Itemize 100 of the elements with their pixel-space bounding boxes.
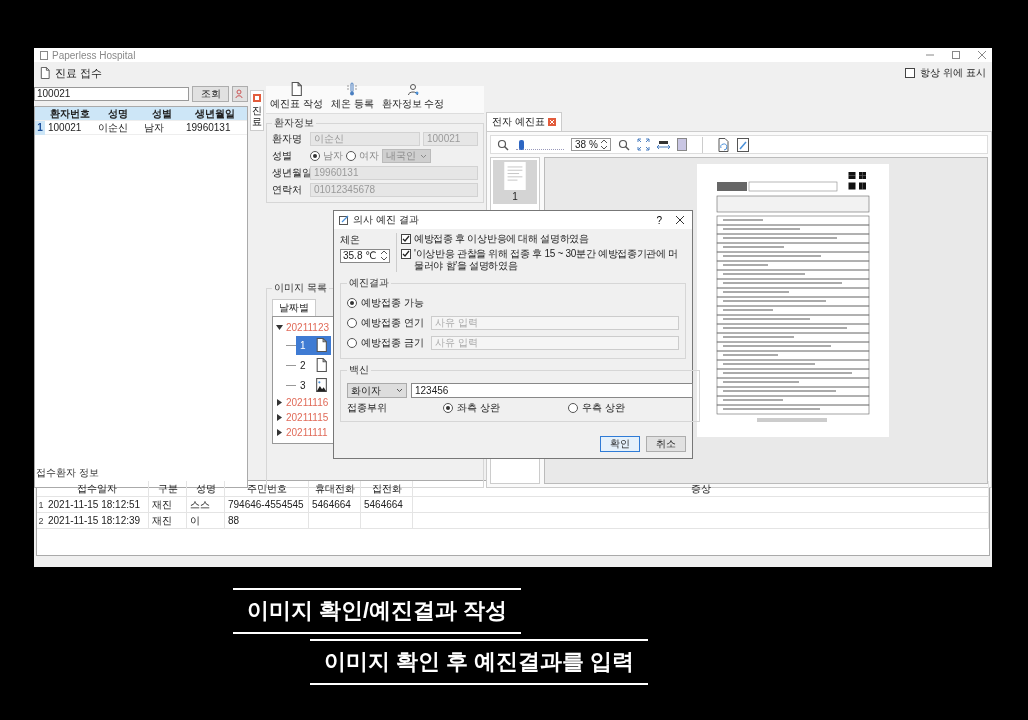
column-header: 성명: [107, 107, 129, 121]
table-cell: 이: [187, 513, 225, 529]
column-header: 성별: [151, 107, 173, 121]
close-icon[interactable]: [676, 216, 684, 224]
column-header: 구분: [149, 481, 187, 497]
slider-thumb[interactable]: [519, 139, 525, 150]
checkbox[interactable]: [401, 234, 411, 244]
image-icon: [316, 378, 327, 392]
fit-page-icon[interactable]: [636, 138, 650, 151]
document-icon: [40, 67, 50, 79]
zoom-in-icon[interactable]: [617, 138, 630, 151]
radio-button[interactable]: [346, 151, 356, 161]
thermometer-icon: [346, 82, 359, 96]
collapsed-arrow-icon[interactable]: [276, 399, 283, 406]
maximize-icon[interactable]: [952, 51, 960, 59]
collapsed-arrow-icon[interactable]: [276, 414, 283, 421]
radio-button[interactable]: [347, 338, 357, 348]
group-title: 환자정보: [273, 116, 315, 130]
edit-page-icon[interactable]: [736, 137, 749, 152]
toolbar-button[interactable]: 환자정보 수정: [381, 82, 445, 111]
edit-icon: [339, 215, 349, 225]
row-number: 1: [37, 499, 45, 512]
help-button[interactable]: ?: [646, 214, 672, 226]
radio-button[interactable]: [347, 318, 357, 328]
rotate-page-icon[interactable]: [717, 137, 730, 152]
tab[interactable]: 날짜별: [272, 299, 316, 316]
radio-label: 남자: [323, 149, 343, 163]
radio-label: 여자: [359, 149, 379, 163]
zoom-out-icon[interactable]: [497, 138, 509, 151]
zoom-field[interactable]: 38 %: [571, 138, 611, 151]
toolbar-button[interactable]: 예진표 작성: [270, 82, 323, 111]
table-cell: 재진: [149, 497, 187, 513]
person-icon: [235, 89, 245, 99]
section-title: 접수환자 정보: [36, 467, 99, 478]
row-number: 2: [37, 515, 45, 528]
checkbox[interactable]: [905, 68, 916, 78]
page-title: 진료 접수: [55, 65, 103, 81]
document-icon: [316, 338, 327, 352]
tree-item[interactable]: 1: [296, 335, 331, 355]
vaccine-select[interactable]: 화이자: [347, 382, 407, 398]
person-icon: [406, 82, 419, 96]
field-label: 생년월일: [272, 166, 310, 180]
zoom-slider[interactable]: [516, 139, 564, 150]
confirm-button[interactable]: 확인: [600, 436, 640, 452]
page-thumbnail[interactable]: 1: [493, 160, 537, 204]
page-icon[interactable]: [676, 138, 687, 151]
column-header: 접수일자: [45, 481, 149, 497]
field-label: 접종부위: [347, 401, 388, 415]
field-label: 연락처: [272, 183, 303, 197]
group-title: 이미지 목록: [273, 281, 328, 295]
temperature-field[interactable]: 35.8 ℃: [340, 249, 390, 263]
toolbar-button[interactable]: 체온 등록: [330, 82, 374, 111]
table-cell: 스스: [187, 497, 225, 513]
collapsed-arrow-icon[interactable]: [276, 429, 283, 436]
radio-label: 우측 상완: [582, 401, 625, 415]
cancel-button[interactable]: 취소: [646, 436, 686, 452]
fit-width-icon[interactable]: [656, 139, 670, 150]
row-number[interactable]: 1: [35, 121, 45, 135]
field-label: 환자명: [272, 132, 303, 146]
radio-label: 예방접종 금기: [361, 336, 425, 350]
column-header: 증상: [413, 481, 989, 497]
tree-item[interactable]: 2: [296, 355, 331, 375]
radio-button[interactable]: [310, 151, 320, 161]
tree-item[interactable]: 3: [296, 375, 331, 395]
table-cell: 88: [225, 513, 309, 529]
table-cell-text: 100021: [47, 121, 83, 135]
dialog-title: 의사 예진 결과: [353, 213, 419, 227]
table-cell: 5464664: [361, 497, 413, 513]
tab[interactable]: 전자 예진표: [486, 112, 562, 131]
search-button[interactable]: 조회: [192, 86, 229, 102]
expanded-arrow-icon[interactable]: [276, 324, 283, 331]
column-header: 성명: [187, 481, 225, 497]
table-cell: 2021-11-15 18:12:39: [45, 513, 149, 529]
table-cell: 재진: [149, 513, 187, 529]
group-title: 예진결과: [348, 276, 390, 290]
column-header: 주민번호: [225, 481, 309, 497]
window-title: Paperless Hospital: [52, 49, 136, 61]
table-cell: 2021-11-15 18:12:51: [45, 497, 149, 513]
checkbox-label: 예방접종 후 이상반응에 대해 설명하였음: [414, 233, 589, 245]
field-label: 체온: [340, 233, 361, 247]
caption: 이미지 확인 후 예진결과를 입력: [310, 639, 649, 685]
radio-label: 예방접종 가능: [361, 296, 425, 310]
radio-label: 좌측 상완: [457, 401, 500, 415]
checkbox[interactable]: [401, 249, 411, 259]
side-tab[interactable]: 진료: [250, 90, 264, 131]
column-header: 집전화: [361, 481, 413, 497]
radio-button[interactable]: [443, 403, 453, 413]
radio-button[interactable]: [568, 403, 578, 413]
stop-icon: [253, 94, 261, 102]
lot-number-field[interactable]: 123456: [411, 382, 693, 398]
radio-label: 예방접종 연기: [361, 316, 425, 330]
search-field[interactable]: 100021: [34, 87, 189, 101]
document-icon: [316, 358, 327, 372]
radio-button[interactable]: [347, 298, 357, 308]
caption: 이미지 확인/예진결과 작성: [233, 588, 522, 634]
table-cell: 794646-4554545: [225, 497, 309, 513]
checkbox-label: '이상반응 관찰을 위해 접종 후 15 ~ 30분간 예방접종기관에 머물러야 함'을 설명하였음: [414, 248, 679, 272]
group-title: 백신: [348, 363, 370, 377]
table-cell: 5464664: [309, 497, 361, 513]
table-cell-text: 남자: [143, 121, 165, 135]
